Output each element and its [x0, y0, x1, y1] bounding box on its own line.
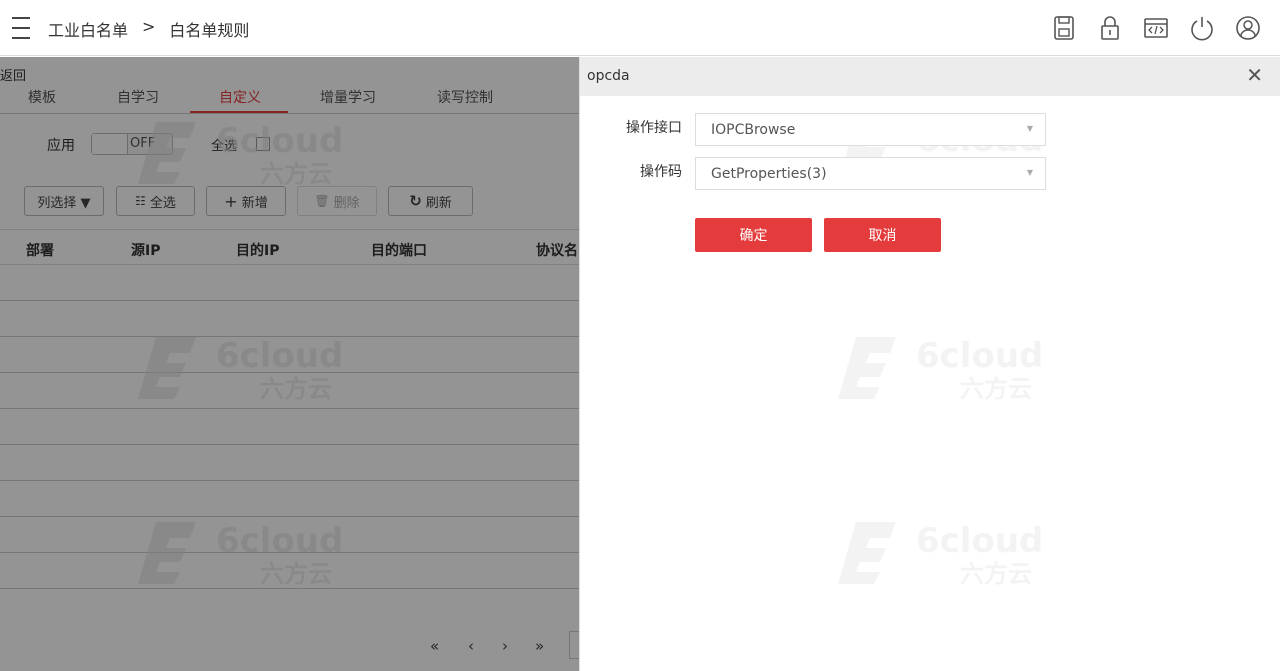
power-icon[interactable] [1188, 14, 1216, 42]
operation-code-value: GetProperties(3) [711, 166, 827, 182]
save-icon[interactable] [1050, 14, 1078, 42]
hamburger-menu-icon[interactable] [12, 17, 30, 39]
operation-interface-value: IOPCBrowse [711, 122, 796, 138]
watermark-logo: 6cloud六方云 [836, 333, 1050, 407]
opcda-drawer: opcda ✕ 6cloud六方云 6cloud六方云 6cloud六方云 操作… [579, 57, 1280, 671]
close-icon[interactable]: ✕ [1246, 65, 1263, 85]
watermark-logo: 6cloud六方云 [836, 518, 1050, 592]
confirm-button[interactable]: 确定 [695, 218, 812, 252]
operation-code-label: 操作码 [640, 164, 682, 180]
svg-text:6cloud: 6cloud [916, 521, 1043, 561]
breadcrumb-item-industrial-whitelist[interactable]: 工业白名单 [48, 17, 128, 41]
lock-icon[interactable] [1096, 14, 1124, 42]
cancel-button[interactable]: 取消 [824, 218, 941, 252]
operation-interface-select[interactable]: IOPCBrowse ▼ [695, 113, 1046, 146]
svg-text:六方云: 六方云 [960, 560, 1032, 588]
top-header: 工业白名单 > 白名单规则 [0, 0, 1280, 56]
operation-interface-label: 操作接口 [626, 120, 682, 136]
drawer-header: opcda ✕ [580, 57, 1280, 96]
drawer-title: opcda [587, 68, 630, 84]
user-icon[interactable] [1234, 14, 1262, 42]
operation-code-select[interactable]: GetProperties(3) ▼ [695, 157, 1046, 190]
svg-text:6cloud: 6cloud [916, 336, 1043, 376]
code-icon[interactable] [1142, 14, 1170, 42]
breadcrumb-separator: > [142, 17, 156, 36]
chevron-down-icon: ▼ [1026, 124, 1033, 133]
svg-text:六方云: 六方云 [960, 375, 1032, 403]
breadcrumb: 工业白名单 > 白名单规则 [48, 17, 249, 41]
breadcrumb-item-whitelist-rules: 白名单规则 [169, 21, 250, 40]
modal-overlay[interactable] [0, 57, 579, 671]
chevron-down-icon: ▼ [1026, 168, 1033, 177]
